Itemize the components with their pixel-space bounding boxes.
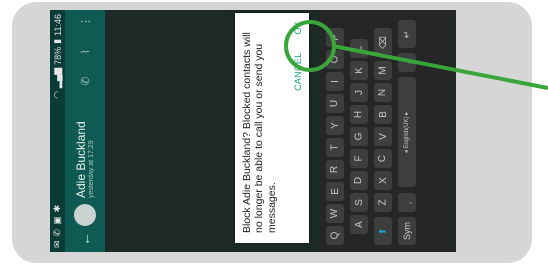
annotation-pointer-line xyxy=(332,44,548,90)
